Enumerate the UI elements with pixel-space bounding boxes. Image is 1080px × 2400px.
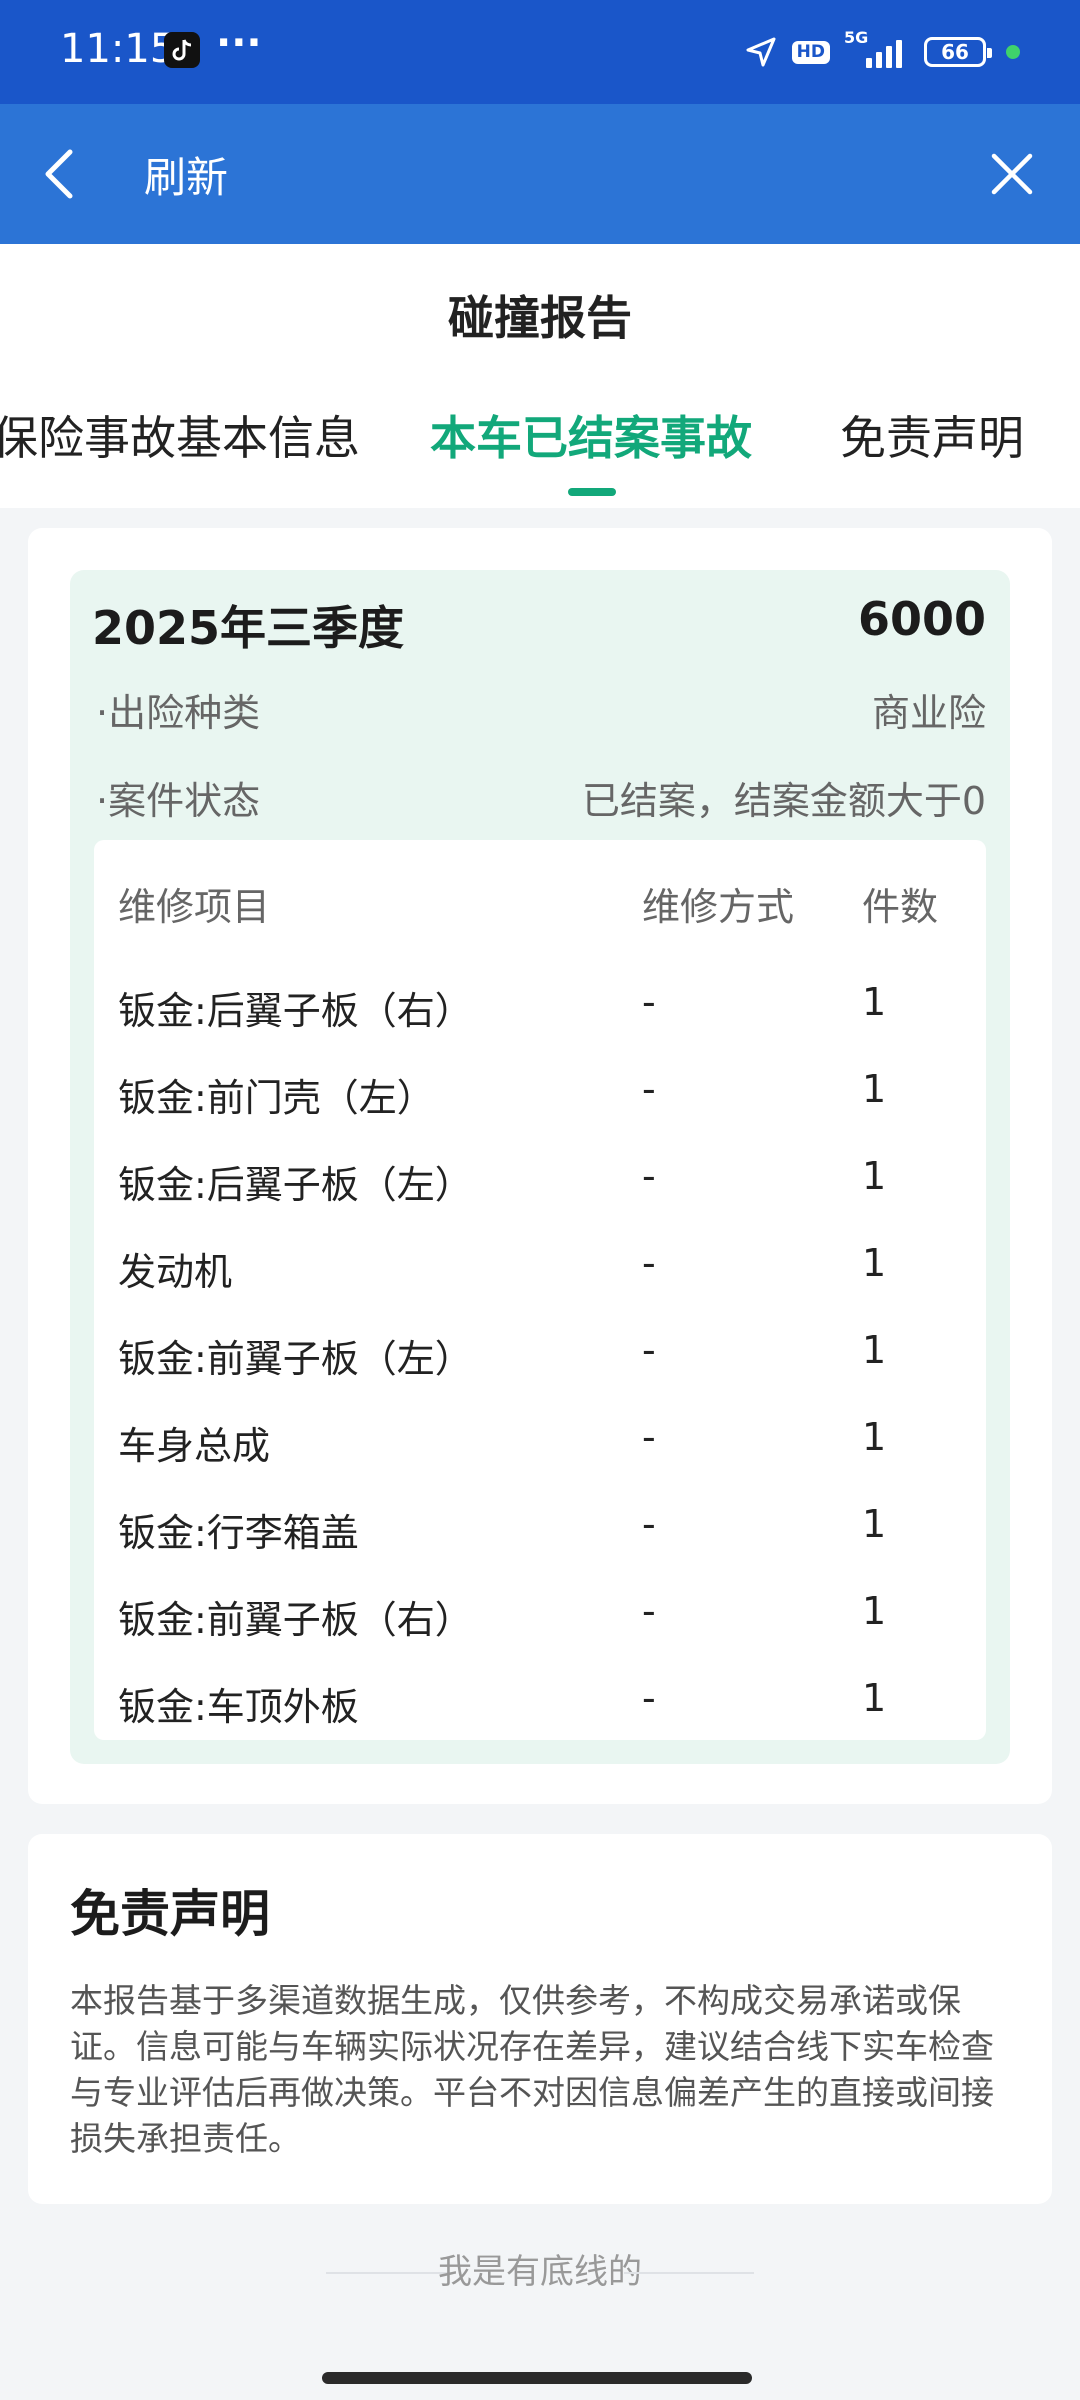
repair-count: 1 bbox=[862, 1328, 887, 1372]
repair-item: 车身总成 bbox=[118, 1424, 271, 1468]
active-tab-indicator bbox=[568, 488, 616, 496]
tab-closed-accidents[interactable]: 本车已结案事故 bbox=[430, 402, 752, 468]
location-arrow-icon bbox=[746, 37, 776, 67]
repair-count: 1 bbox=[862, 1589, 887, 1633]
repair-item: 发动机 bbox=[118, 1250, 233, 1294]
claim-type-value: 商业险 bbox=[871, 691, 986, 735]
claim-amount: 6000 bbox=[857, 592, 986, 646]
home-indicator[interactable] bbox=[322, 2372, 752, 2384]
privacy-indicator-icon bbox=[1006, 45, 1020, 59]
disclaimer-title: 免责声明 bbox=[70, 1885, 270, 1943]
signal-icon: 5G bbox=[844, 28, 910, 70]
repair-item: 钣金:行李箱盖 bbox=[118, 1511, 359, 1555]
repair-table: 维修项目 维修方式 件数 钣金:后翼子板（右） - 1 钣金:前门壳（左） - … bbox=[94, 840, 986, 1740]
close-icon bbox=[991, 153, 1033, 195]
chevron-left-icon bbox=[45, 149, 73, 199]
header-repair-method: 维修方式 bbox=[642, 885, 795, 929]
repair-method: - bbox=[642, 1502, 656, 1546]
repair-count: 1 bbox=[862, 1415, 887, 1459]
table-row: 钣金:前翼子板（左） - 1 bbox=[94, 1328, 986, 1388]
disclaimer-body: 本报告基于多渠道数据生成，仅供参考，不构成交易承诺或保证。信息可能与车辆实际状况… bbox=[70, 1981, 994, 2158]
network-type: 5G bbox=[844, 28, 869, 47]
table-row: 钣金:后翼子板（左） - 1 bbox=[94, 1154, 986, 1214]
disclaimer-card: 免责声明 本报告基于多渠道数据生成，仅供参考，不构成交易承诺或保证。信息可能与车… bbox=[28, 1834, 1052, 2204]
repair-count: 1 bbox=[862, 1067, 887, 1111]
repair-count: 1 bbox=[862, 1676, 887, 1720]
repair-item: 钣金:车顶外板 bbox=[118, 1685, 359, 1729]
repair-item: 钣金:后翼子板（右） bbox=[118, 989, 473, 1033]
claim-status-value: 已结案，结案金额大于0 bbox=[581, 779, 986, 823]
repair-count: 1 bbox=[862, 1241, 887, 1285]
claim-record: 2025年三季度 6000 ·出险种类 商业险 ·案件状态 已结案，结案金额大于… bbox=[70, 570, 1010, 1764]
tab-basic-info[interactable]: 保险事故基本信息 bbox=[0, 402, 360, 468]
end-of-list-footer: 我是有底线的 bbox=[0, 2244, 1080, 2304]
refresh-button[interactable]: 刷新 bbox=[144, 144, 228, 205]
tab-disclaimer[interactable]: 免责声明 bbox=[840, 402, 1024, 468]
table-row: 钣金:行李箱盖 - 1 bbox=[94, 1502, 986, 1562]
table-row: 发动机 - 1 bbox=[94, 1241, 986, 1301]
table-row: 钣金:车顶外板 - 1 bbox=[94, 1676, 986, 1736]
end-of-list-text: 我是有底线的 bbox=[438, 2252, 642, 2292]
repair-count: 1 bbox=[862, 1502, 887, 1546]
claim-card: 2025年三季度 6000 ·出险种类 商业险 ·案件状态 已结案，结案金额大于… bbox=[28, 528, 1052, 1804]
table-row: 钣金:前门壳（左） - 1 bbox=[94, 1067, 986, 1127]
table-row: 钣金:前翼子板（右） - 1 bbox=[94, 1589, 986, 1649]
repair-item: 钣金:前翼子板（左） bbox=[118, 1337, 473, 1381]
page-title: 碰撞报告 bbox=[448, 291, 632, 345]
close-button[interactable] bbox=[984, 146, 1040, 202]
table-row: 钣金:后翼子板（右） - 1 bbox=[94, 980, 986, 1040]
repair-item: 钣金:后翼子板（左） bbox=[118, 1163, 473, 1207]
repair-method: - bbox=[642, 1676, 656, 1720]
repair-method: - bbox=[642, 1067, 656, 1111]
repair-method: - bbox=[642, 1589, 656, 1633]
footer-divider-right bbox=[624, 2272, 754, 2274]
back-button[interactable] bbox=[34, 144, 94, 204]
page-header: 碰撞报告 保险事故基本信息 本车已结案事故 免责声明 bbox=[0, 244, 1080, 508]
nav-bar: 刷新 bbox=[0, 104, 1080, 244]
repair-item: 钣金:前翼子板（右） bbox=[118, 1598, 473, 1642]
tab-bar: 保险事故基本信息 本车已结案事故 免责声明 bbox=[0, 402, 1080, 472]
tiktok-notification-icon bbox=[164, 32, 200, 68]
header-repair-item: 维修项目 bbox=[118, 885, 271, 929]
header-count: 件数 bbox=[862, 885, 939, 929]
repair-method: - bbox=[642, 1154, 656, 1198]
repair-method: - bbox=[642, 1241, 656, 1285]
battery-icon: 66 bbox=[924, 37, 992, 67]
repair-count: 1 bbox=[862, 1154, 887, 1198]
battery-level: 66 bbox=[941, 40, 969, 64]
table-row: 车身总成 - 1 bbox=[94, 1415, 986, 1475]
repair-method: - bbox=[642, 980, 656, 1024]
status-bar: 11:15 ··· HD 5G 66 bbox=[0, 0, 1080, 104]
status-time: 11:15 bbox=[60, 26, 176, 72]
more-notifications-icon: ··· bbox=[216, 20, 262, 66]
repair-item: 钣金:前门壳（左） bbox=[118, 1076, 435, 1120]
repair-method: - bbox=[642, 1328, 656, 1372]
claim-type-label: ·出险种类 bbox=[96, 691, 261, 735]
repair-count: 1 bbox=[862, 980, 887, 1024]
claim-period: 2025年三季度 bbox=[92, 601, 405, 655]
claim-status-label: ·案件状态 bbox=[96, 779, 261, 823]
hd-badge: HD bbox=[791, 40, 830, 64]
repair-method: - bbox=[642, 1415, 656, 1459]
